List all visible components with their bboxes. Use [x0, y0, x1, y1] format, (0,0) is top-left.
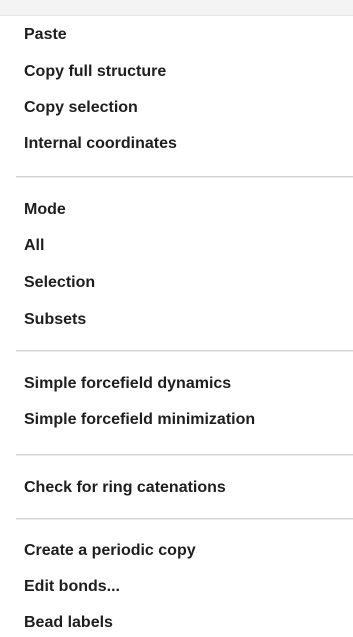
menu-separator: [16, 518, 353, 520]
menu-item-label: Edit bonds...: [24, 578, 120, 595]
menu-item-label: Check for ring catenations: [24, 479, 226, 496]
menu-item-label: Create a periodic copy: [24, 542, 196, 559]
menu-item-mode[interactable]: Mode /: [24, 196, 353, 224]
menu-item-label: Mode: [24, 201, 66, 218]
menu-item-label: All: [24, 237, 45, 254]
menu-item-label: Subsets: [24, 311, 87, 328]
menu-item-subsets[interactable]: Subsets /: [24, 306, 353, 334]
menu-item-label: Paste: [24, 26, 67, 43]
menu-item-label: Copy selection: [24, 99, 138, 116]
menu-separator: [16, 350, 353, 352]
menu-item-label: Simple forcefield dynamics: [24, 375, 232, 392]
menu-item-label: Simple forcefield minimization: [24, 411, 256, 428]
menu-item-internal-coordinates[interactable]: Internal coordinates: [24, 130, 353, 158]
menu-item-label: Bead labels: [24, 614, 113, 631]
context-menu: Paste Copy full structure Copy selection…: [0, 0, 353, 637]
menu-item-create-periodic-copy[interactable]: Create a periodic copy: [24, 537, 353, 565]
menu-item-paste[interactable]: Paste: [24, 21, 353, 49]
menu-item-simple-forcefield-minimization[interactable]: Simple forcefield minimization: [24, 406, 353, 434]
menu-item-copy-selection[interactable]: Copy selection: [24, 94, 353, 122]
menu-item-bead-labels[interactable]: Bead labels /: [24, 609, 353, 637]
menu-separator: [16, 176, 353, 178]
menu-separator: [16, 454, 353, 456]
menu-item-label: Selection: [24, 274, 96, 291]
menu-item-check-ring-catenations[interactable]: Check for ring catenations: [24, 474, 353, 502]
menu-item-label: Internal coordinates: [24, 135, 177, 152]
menu-item-selection[interactable]: Selection /: [24, 269, 353, 297]
menu-item-all[interactable]: All /: [24, 232, 353, 260]
menu-top-edge: [0, 0, 353, 16]
menu-item-copy-full-structure[interactable]: Copy full structure: [24, 58, 353, 86]
menu-item-label: Copy full structure: [24, 63, 167, 80]
menu-item-simple-forcefield-dynamics[interactable]: Simple forcefield dynamics: [24, 370, 353, 398]
menu-item-edit-bonds[interactable]: Edit bonds...: [24, 573, 353, 601]
